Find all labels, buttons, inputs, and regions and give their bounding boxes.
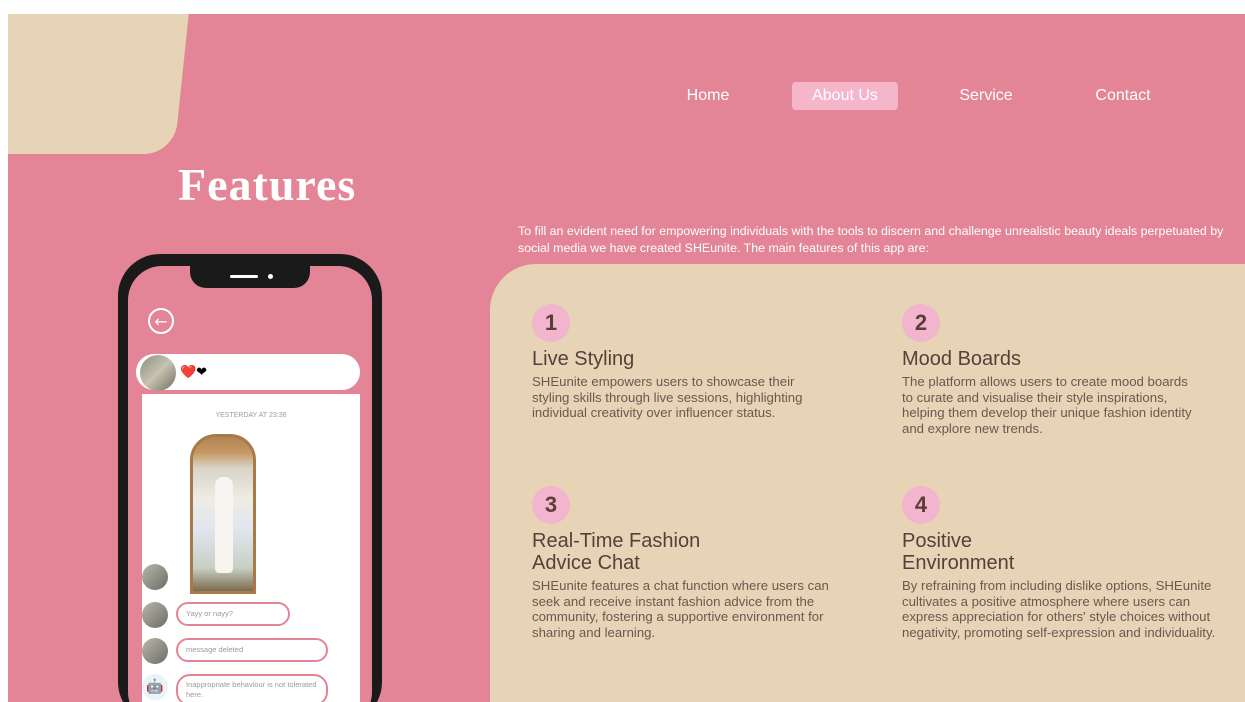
chat-body: YESTERDAY AT 23:36 Yayy or nayy? message… — [142, 394, 360, 702]
avatar — [140, 355, 176, 391]
feature-1: 1 Live Styling SHEunite empowers users t… — [532, 304, 832, 421]
feature-description: SHEunite empowers users to showcase thei… — [532, 374, 803, 420]
avatar — [142, 602, 168, 628]
features-panel: 1 Live Styling SHEunite empowers users t… — [490, 264, 1245, 702]
chat-message[interactable]: Inappropriate behaviour is not tolerated… — [176, 674, 328, 702]
feature-description: By refraining from including dislike opt… — [902, 578, 1216, 640]
photo-figure — [215, 477, 233, 573]
chat-message[interactable]: Yayy or nayy? — [176, 602, 290, 626]
feature-number-badge: 3 — [532, 486, 570, 524]
feature-title: Real-Time Fashion Advice Chat — [532, 530, 701, 574]
chat-timestamp: YESTERDAY AT 23:36 — [215, 412, 287, 419]
feature-2: 2 Mood Boards The platform allows users … — [902, 304, 1202, 436]
chat-header[interactable]: ❤️❤ — [134, 352, 362, 392]
feature-4: 4 Positive Environment By refraining fro… — [902, 486, 1220, 640]
chat-message[interactable]: message deleted — [176, 638, 328, 662]
avatar — [142, 564, 168, 590]
feature-title: Positive Environment — [902, 530, 1015, 574]
feature-number-badge: 2 — [902, 304, 940, 342]
back-arrow-icon[interactable]: ← — [148, 308, 174, 334]
phone-notch — [190, 266, 310, 288]
speaker-icon — [230, 275, 258, 278]
shared-outfit-photo[interactable] — [190, 434, 256, 594]
heart-emoji-icon: ❤️❤ — [180, 365, 208, 380]
top-nav: Home About Us Service Contact — [8, 82, 1245, 112]
phone-screen: ← ❤️❤ YESTERDAY AT 23:36 Yayy or nayy? m… — [128, 266, 372, 702]
feature-3: 3 Real-Time Fashion Advice Chat SHEunite… — [532, 486, 832, 640]
avatar — [142, 638, 168, 664]
nav-about-us[interactable]: About Us — [792, 82, 898, 110]
nav-home[interactable]: Home — [676, 82, 740, 110]
feature-number-badge: 4 — [902, 486, 940, 524]
slide: Home About Us Service Contact Features T… — [8, 14, 1245, 702]
feature-title: Live Styling — [532, 348, 635, 370]
page-title: Features — [178, 159, 357, 210]
feature-description: The platform allows users to create mood… — [902, 374, 1192, 436]
nav-contact[interactable]: Contact — [1076, 82, 1170, 110]
intro-text: To fill an evident need for empowering i… — [518, 224, 1224, 255]
feature-number-badge: 1 — [532, 304, 570, 342]
nav-service[interactable]: Service — [944, 82, 1028, 110]
feature-title: Mood Boards — [902, 348, 1021, 370]
camera-icon — [268, 274, 273, 279]
robot-icon: 🤖 — [142, 674, 168, 700]
phone-mockup: ← ❤️❤ YESTERDAY AT 23:36 Yayy or nayy? m… — [118, 254, 382, 702]
feature-description: SHEunite features a chat function where … — [532, 578, 829, 640]
